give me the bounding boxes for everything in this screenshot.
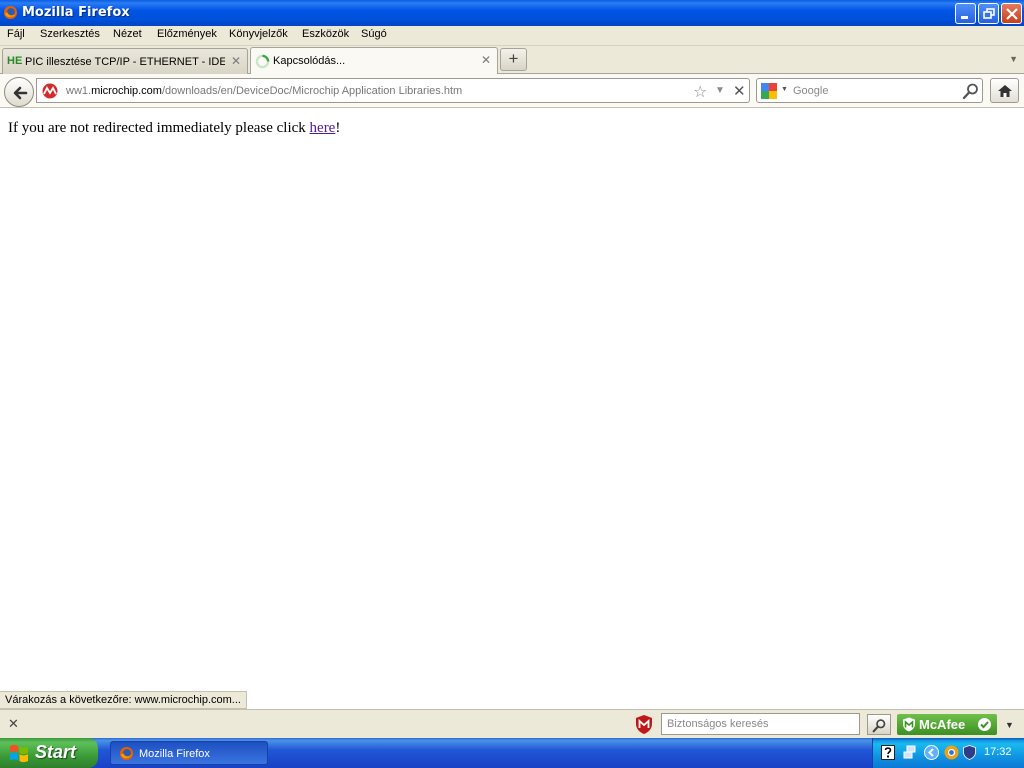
search-icon[interactable] [962,82,980,100]
mcafee-label: McAfee [919,717,966,732]
bookmark-star-icon[interactable]: ☆ [693,82,707,102]
url-domain: microchip.com [91,85,162,97]
mcafee-shield-icon[interactable] [634,714,654,735]
safe-search-input[interactable]: Biztonságos keresés [661,713,860,735]
start-button[interactable]: Start [0,738,98,768]
menu-edit[interactable]: Szerkesztés [40,28,100,40]
system-tray: 17:32 [872,738,1024,768]
stop-icon[interactable]: ✕ [733,82,746,100]
chevron-left-icon[interactable] [924,745,939,760]
restore-button[interactable] [978,3,999,24]
mcafee-status-badge[interactable]: McAfee [897,714,997,735]
menu-help[interactable]: Súgó [361,28,387,40]
tab-label: PIC illesztése TCP/IP - ETHERNET - IDE f… [25,56,225,68]
safe-search-button[interactable] [867,714,891,735]
firefox-icon [3,5,18,20]
mcafee-dropdown-icon[interactable]: ▼ [1005,720,1014,730]
url-bar[interactable]: ww1.microchip.com/downloads/en/DeviceDoc… [36,78,750,103]
close-addon-bar-icon[interactable]: ✕ [8,716,19,732]
taskbar: Start Mozilla Firefox 17:32 [0,738,1024,768]
loading-spinner-icon [255,54,270,69]
redirect-link[interactable]: here [310,120,336,136]
tab-close-icon[interactable]: ✕ [231,54,241,68]
tab-label: Kapcsolódás... [273,55,346,67]
help-icon[interactable] [881,745,895,760]
home-icon [998,85,1012,97]
close-icon [1006,8,1018,20]
network-icon[interactable] [903,745,917,760]
search-placeholder: Google [793,85,829,97]
menu-history[interactable]: Előzmények [157,28,217,40]
redirect-message: If you are not redirected immediately pl… [8,120,340,137]
navigation-bar: ww1.microchip.com/downloads/en/DeviceDoc… [0,74,1024,108]
restore-icon [983,8,995,19]
search-engine-dropdown-icon[interactable]: ▼ [781,86,788,93]
menu-view[interactable]: Nézet [113,28,142,40]
he-favicon-icon: HE [7,55,23,67]
back-button[interactable] [4,77,34,107]
check-icon [978,718,991,731]
taskbar-item-label: Mozilla Firefox [139,748,210,760]
firefox-icon [119,746,134,761]
addon-bar: ✕ Biztonságos keresés McAfee ▼ [0,709,1024,738]
title-bar[interactable]: Mozilla Firefox [0,0,1024,26]
taskbar-firefox-item[interactable]: Mozilla Firefox [110,741,268,765]
url-text[interactable]: ww1.microchip.com/downloads/en/DeviceDoc… [66,85,462,97]
search-bar[interactable]: ▼ Google [756,78,983,103]
back-arrow-icon [13,86,28,100]
mcafee-logo-icon [903,717,915,732]
home-button[interactable] [990,78,1019,103]
tab-connecting[interactable]: Kapcsolódás... ✕ [250,47,498,74]
menu-bar: Fájl Szerkesztés Nézet Előzmények Könyvj… [0,26,1024,46]
chrome-icon[interactable] [944,745,959,760]
menu-bookmarks[interactable]: Könyvjelzők [229,28,288,40]
tab-list-arrow-icon[interactable]: ▼ [1009,54,1018,64]
redirect-text-end: ! [335,120,341,136]
safe-search-placeholder: Biztonságos keresés [667,718,769,730]
tab-close-icon[interactable]: ✕ [481,53,491,67]
clock: 17:32 [984,746,1012,758]
minimize-button[interactable] [955,3,976,24]
start-label: Start [35,742,77,762]
mcafee-tray-icon[interactable] [963,745,976,760]
minimize-icon [961,16,968,19]
status-text: Várakozás a következőre: www.microchip.c… [0,691,247,709]
tab-pic-tcpip[interactable]: HE PIC illesztése TCP/IP - ETHERNET - ID… [2,48,248,74]
window-title: Mozilla Firefox [22,5,130,20]
menu-tools[interactable]: Eszközök [302,28,349,40]
microchip-site-icon [42,83,58,99]
close-window-button[interactable] [1001,3,1022,24]
redirect-text: If you are not redirected immediately pl… [8,120,310,136]
url-prefix: ww1. [66,85,92,97]
url-path: /downloads/en/DeviceDoc/Microchip Applic… [161,85,463,97]
history-dropdown-icon[interactable]: ▼ [715,85,725,96]
search-icon [872,719,886,733]
google-icon [761,83,777,99]
new-tab-button[interactable]: + [500,48,527,71]
menu-file[interactable]: Fájl [7,28,25,40]
page-content: If you are not redirected immediately pl… [0,109,1024,708]
windows-logo-icon [10,744,28,763]
